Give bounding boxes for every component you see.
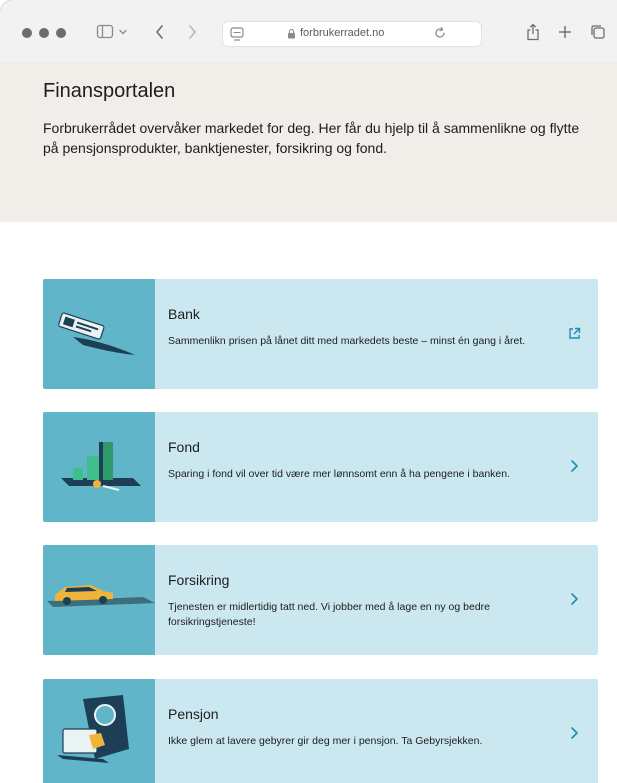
open-pensjon-button[interactable] [565,724,583,742]
chevron-right-icon [571,727,578,739]
new-tab-button[interactable] [558,20,572,44]
chevron-right-icon [571,593,578,605]
address-bar[interactable]: forbrukerradet.no [222,21,482,47]
card-pensjon[interactable]: Pensjon Ikke glem at lavere gebyrer gir … [43,679,598,783]
reload-icon[interactable] [433,26,447,40]
card-bank[interactable]: Bank Sammenlikn prisen på lånet ditt med… [43,279,598,389]
share-icon [527,23,539,41]
card-title: Fond [168,439,200,455]
tabs-icon [591,25,605,39]
person-laptop-icon [57,695,129,763]
pensjon-illustration [43,679,155,783]
plus-icon [559,26,571,38]
window-controls [22,28,66,38]
zoom-window-button[interactable] [56,28,66,38]
browser-window: forbrukerradet.no Finansportalen Forbruk… [0,0,617,783]
page-title: Finansportalen [43,80,176,102]
car-icon [47,585,155,607]
lock-icon [288,28,295,38]
reader-icon[interactable] [229,26,245,42]
chevron-left-icon [156,25,163,39]
card-title: Pensjon [168,706,219,722]
card-description: Ikke glem at lavere gebyrer gir deg mer … [168,735,483,747]
chevron-right-icon [189,25,196,39]
url-display[interactable]: forbrukerradet.no [287,27,384,39]
share-button[interactable] [526,20,540,44]
chevron-down-icon [119,29,127,35]
forsikring-illustration [43,545,155,655]
card-fond[interactable]: Fond Sparing i fond vil over tid være me… [43,412,598,522]
card-title: Forsikring [168,572,230,588]
tab-menu-button[interactable] [118,20,128,44]
close-window-button[interactable] [22,28,32,38]
hero-description: Forbrukerrådet overvåker markedet for de… [43,120,580,156]
card-title: Bank [168,306,200,322]
bank-illustration [43,279,155,389]
card-forsikring[interactable]: Forsikring Tjenesten er midlertidig tatt… [43,545,598,655]
card-terminal-icon [58,312,135,355]
tab-overview-button[interactable] [590,20,606,44]
open-fond-button[interactable] [565,457,583,475]
chevron-right-icon [571,460,578,472]
card-description: Sammenlikn prisen på lånet ditt med mark… [168,335,526,347]
open-forsikring-button[interactable] [565,590,583,608]
hero-section: Finansportalen Forbrukerrådet overvåker … [0,62,617,222]
external-link-button[interactable] [565,324,583,342]
minimize-window-button[interactable] [39,28,49,38]
bar-chart-icon [61,442,141,491]
forward-button[interactable] [186,20,198,44]
card-description: Tjenesten er midlertidig tatt ned. Vi jo… [168,601,491,628]
card-description: Sparing i fond vil over tid være mer løn… [168,468,511,480]
sidebar-icon [96,24,114,39]
external-link-icon [568,327,580,339]
browser-toolbar: forbrukerradet.no [0,0,617,63]
back-button[interactable] [154,20,166,44]
fond-illustration [43,412,155,522]
sidebar-toggle-button[interactable] [96,20,116,44]
url-text: forbrukerradet.no [300,27,385,39]
